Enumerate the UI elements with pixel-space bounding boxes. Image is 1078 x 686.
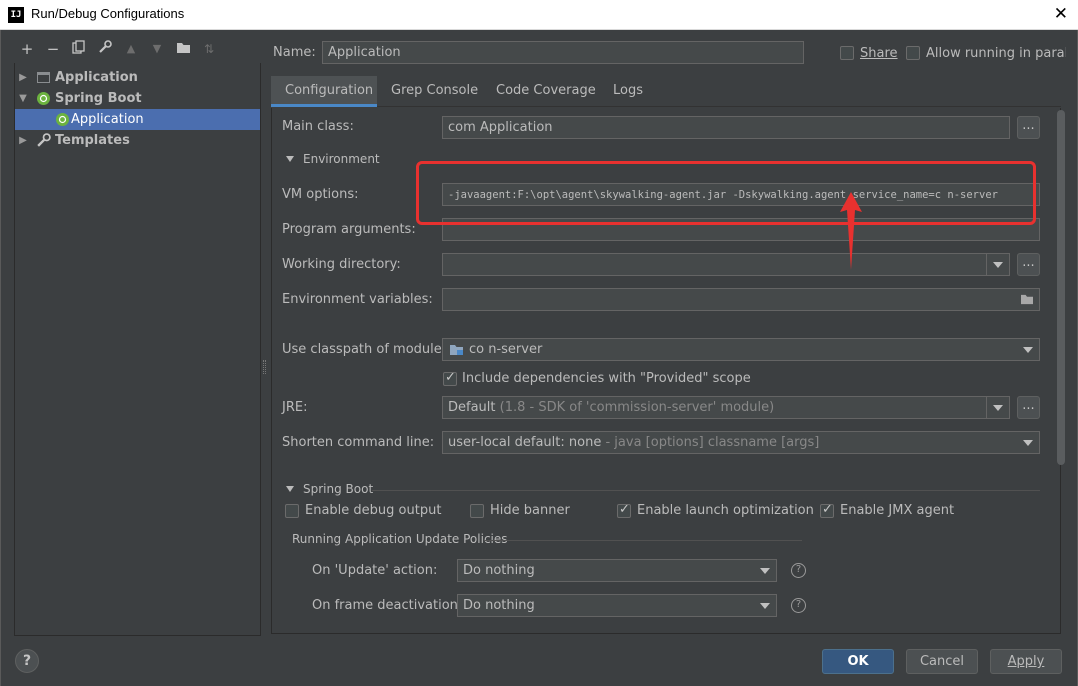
section-divider (372, 490, 1040, 491)
classpath-module-select[interactable]: co n-server (442, 338, 1040, 361)
annotation-arrow-icon (840, 192, 862, 270)
tree-item-application-spring[interactable]: Application (15, 109, 260, 130)
policies-divider (484, 540, 802, 541)
intellij-icon: IJ (8, 7, 24, 23)
add-icon[interactable]: + (18, 40, 36, 58)
enable-jmx-agent-checkbox[interactable] (820, 502, 834, 518)
working-directory-field[interactable] (442, 253, 1010, 276)
help-button[interactable]: ? (15, 649, 39, 673)
share-label: Share (860, 46, 898, 61)
environment-variables-label: Environment variables: (282, 292, 433, 307)
folder-icon[interactable] (1020, 293, 1034, 305)
enable-launch-optimization-checkbox[interactable] (617, 502, 631, 518)
environment-section[interactable]: Environment (286, 152, 380, 166)
hide-banner-checkbox[interactable] (470, 504, 484, 518)
config-tree: ▶ Application ▼ Spring Boot Application (14, 63, 261, 636)
chevron-down-icon[interactable] (1023, 440, 1033, 446)
window-title: Run/Debug Configurations (31, 6, 185, 21)
move-down-icon[interactable]: ▼ (148, 40, 166, 58)
title-bar: IJ Run/Debug Configurations ✕ (0, 0, 1078, 30)
sort-icon[interactable]: ⇅ (200, 40, 218, 58)
collapse-triangle-icon (286, 156, 294, 162)
tree-item-spring-boot[interactable]: ▼ Spring Boot (15, 88, 260, 109)
collapse-triangle-icon (286, 486, 294, 492)
include-dependencies-checkbox[interactable] (443, 370, 457, 386)
tree-item-application[interactable]: ▶ Application (15, 67, 260, 88)
main-class-label: Main class: (282, 119, 354, 134)
spring-boot-icon (36, 91, 51, 106)
cancel-button[interactable]: Cancel (906, 649, 978, 674)
copy-icon[interactable] (70, 40, 88, 58)
shorten-command-line-select[interactable]: user-local default: none - java [options… (442, 431, 1040, 454)
right-panel: Name: Application Share Allow running in… (271, 30, 1073, 635)
module-folder-icon (450, 345, 463, 355)
tab-code-coverage[interactable]: Code Coverage (482, 76, 610, 107)
spring-boot-icon (55, 112, 70, 127)
enable-jmx-agent-label: Enable JMX agent (840, 503, 955, 518)
vertical-scrollbar[interactable] (1057, 110, 1065, 465)
tab-grep-console[interactable]: Grep Console (377, 76, 492, 107)
annotation-highlight-box (416, 161, 1036, 225)
ok-button[interactable]: OK (822, 649, 894, 674)
chevron-down-icon[interactable] (993, 405, 1003, 411)
update-policies-label: Running Application Update Policies (292, 532, 508, 546)
allow-parallel-checkbox[interactable] (906, 46, 920, 60)
left-panel: + − ▲ ▼ ⇅ ▶ Application ▼ Spring Boot Ap… (14, 36, 261, 636)
chevron-down-icon[interactable] (760, 568, 770, 574)
working-directory-label: Working directory: (282, 257, 401, 272)
environment-variables-field[interactable] (442, 288, 1040, 311)
enable-debug-output-label: Enable debug output (305, 503, 442, 518)
enable-launch-optimization-label: Enable launch optimization (637, 503, 814, 518)
jre-select[interactable]: Default (1.8 - SDK of 'commission-server… (442, 396, 1010, 419)
folder-icon[interactable] (174, 40, 192, 58)
hide-banner-label: Hide banner (490, 503, 570, 518)
on-update-select[interactable]: Do nothing (457, 559, 777, 582)
tab-configuration[interactable]: Configuration (271, 76, 377, 107)
include-dependencies-label: Include dependencies with "Provided" sco… (462, 371, 751, 386)
main-class-field[interactable]: com Application (442, 116, 1010, 139)
chevron-down-icon[interactable] (993, 262, 1003, 268)
help-icon[interactable]: ? (791, 563, 806, 578)
wrench-icon[interactable] (96, 40, 114, 58)
allow-parallel-label: Allow running in parallel (926, 46, 1066, 61)
dialog-body: + − ▲ ▼ ⇅ ▶ Application ▼ Spring Boot Ap… (0, 30, 1078, 686)
move-up-icon[interactable]: ▲ (122, 40, 140, 58)
vm-options-label: VM options: (282, 187, 359, 202)
enable-debug-output-checkbox[interactable] (285, 504, 299, 518)
splitter-handle[interactable] (263, 360, 266, 374)
share-checkbox[interactable] (840, 46, 854, 60)
working-directory-browse-button[interactable]: ... (1017, 253, 1040, 276)
tab-bar: Configuration Grep Console Code Coverage… (271, 76, 1061, 107)
apply-button[interactable]: Apply (990, 649, 1062, 674)
on-update-label: On 'Update' action: (312, 563, 438, 578)
chevron-down-icon[interactable] (760, 603, 770, 609)
on-frame-deactivation-label: On frame deactivation: (312, 598, 463, 613)
chevron-down-icon[interactable] (1023, 347, 1033, 353)
jre-label: JRE: (282, 400, 308, 415)
application-icon (36, 70, 51, 85)
name-label: Name: (273, 45, 316, 60)
on-frame-deactivation-select[interactable]: Do nothing (457, 594, 777, 617)
close-icon[interactable]: ✕ (1054, 4, 1068, 24)
wrench-icon (36, 133, 51, 148)
chevron-right-icon[interactable]: ▶ (17, 130, 29, 151)
tree-item-templates[interactable]: ▶ Templates (15, 130, 260, 151)
classpath-module-label: Use classpath of module: (282, 342, 447, 357)
help-icon[interactable]: ? (791, 598, 806, 613)
spring-boot-section[interactable]: Spring Boot (286, 482, 373, 496)
main-class-browse-button[interactable]: ... (1017, 116, 1040, 139)
tab-logs[interactable]: Logs (599, 76, 657, 107)
program-arguments-label: Program arguments: (282, 222, 416, 237)
remove-icon[interactable]: − (44, 40, 62, 58)
config-toolbar: + − ▲ ▼ ⇅ (14, 36, 261, 62)
chevron-down-icon[interactable]: ▼ (17, 88, 29, 109)
shorten-command-line-label: Shorten command line: (282, 435, 435, 450)
jre-browse-button[interactable]: ... (1017, 396, 1040, 419)
name-input[interactable]: Application (322, 41, 804, 64)
chevron-right-icon[interactable]: ▶ (17, 67, 29, 88)
